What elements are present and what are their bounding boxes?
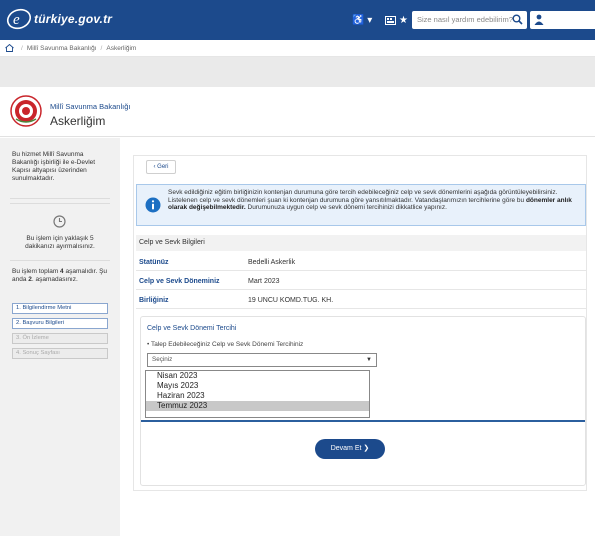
info-alert: Sevk edildiğiniz eğitim birliğinizin kon… — [136, 184, 586, 226]
steps-text: . aşamadasınız. — [31, 276, 78, 283]
back-button[interactable]: ‹ Geri — [146, 160, 176, 174]
breadcrumb-separator: / — [100, 44, 103, 52]
step-item-3: 3. Ön İzleme — [12, 333, 108, 344]
info-row: Celp ve Sevk Döneminiz Mart 2023 — [136, 274, 586, 290]
main-card: ‹ Geri Sevk edildiğiniz eğitim birliğini… — [133, 155, 587, 491]
row-key: Birliğiniz — [139, 297, 169, 304]
dropdown-option-highlighted[interactable]: Temmuz 2023 — [146, 401, 369, 411]
dropdown-option[interactable]: Haziran 2023 — [146, 391, 369, 401]
home-icon[interactable] — [5, 44, 14, 52]
info-text-part: Durumunuza uygun celp ve sevk dönemi ter… — [245, 204, 447, 212]
form-title: Celp ve Sevk Dönemi Tercihi — [147, 325, 237, 332]
step-item-1[interactable]: 1. Bilgilendirme Metni — [12, 303, 108, 314]
star-icon: ★ — [399, 14, 408, 26]
turkiye-gov-logo[interactable]: e türkiye.gov.tr — [6, 8, 112, 30]
search-placeholder: Size nasıl yardım edebilirim? — [417, 15, 513, 24]
estimated-time: Bu işlem için yaklaşık 5 dakikanızı ayır… — [25, 235, 95, 250]
breadcrumb: / Millî Savunma Bakanlığı / Askerliğim — [0, 40, 595, 57]
divider — [10, 203, 110, 204]
period-dropdown-list: Nisan 2023 Mayıs 2023 Haziran 2023 Temmu… — [145, 370, 370, 418]
row-key: Celp ve Sevk Döneminiz — [139, 278, 220, 285]
e-devlet-logo-icon: e — [6, 8, 32, 30]
ministry-seal-icon — [10, 95, 42, 127]
row-key: Statünüz — [139, 259, 169, 266]
caret-down-icon: ▼ — [366, 357, 372, 363]
divider — [10, 260, 110, 261]
clock-icon — [53, 215, 66, 228]
institution-name[interactable]: Millî Savunma Bakanlığı — [50, 102, 130, 111]
info-row: Statünüz Bedelli Askerlik — [136, 255, 586, 271]
dropdown-option[interactable]: Mayıs 2023 — [146, 381, 369, 391]
logo-text: türkiye.gov.tr — [34, 12, 113, 26]
continue-button[interactable]: Devam Et ❯ — [315, 439, 385, 459]
breadcrumb-separator: / — [21, 44, 23, 52]
keyboard-icon — [385, 15, 396, 25]
row-value: Bedelli Askerlik — [248, 259, 296, 266]
breadcrumb-item-institution[interactable]: Millî Savunma Bakanlığı — [27, 45, 97, 52]
svg-text:e: e — [13, 12, 20, 28]
divider — [10, 198, 110, 199]
select-value: Seçiniz — [152, 356, 173, 363]
accessibility-menu[interactable]: ♿ ▾ — [352, 13, 372, 27]
period-select[interactable]: Seçiniz ▼ — [147, 353, 377, 367]
banner-band — [0, 57, 595, 87]
info-text: Sevk edildiğiniz eğitim birliğinizin kon… — [168, 189, 583, 212]
info-text-part: Sevk edildiğiniz eğitim birliğinizin kon… — [168, 189, 558, 204]
step-list: 1. Bilgilendirme Metni 2. Başvuru Bilgil… — [12, 303, 108, 363]
field-label: • Talep Edebileceğiniz Celp ve Sevk Döne… — [147, 341, 304, 348]
institution-header: Millî Savunma Bakanlığı Askerliğim — [0, 87, 595, 137]
steps-text: Bu işlem toplam — [12, 268, 61, 275]
dropdown-option[interactable]: Nisan 2023 — [146, 371, 369, 381]
step-progress-text: Bu işlem toplam 4 aşamalıdır. Şu anda 2.… — [12, 268, 112, 284]
search-input[interactable]: Size nasıl yardım edebilirim? — [412, 11, 527, 29]
breadcrumb-item-current: Askerliğim — [106, 44, 137, 52]
step-item-4: 4. Sonuç Sayfası — [12, 348, 108, 359]
info-row: Birliğiniz 19 UNCU KOMD.TUG. KH. — [136, 293, 586, 309]
info-icon — [145, 197, 161, 213]
row-value: Mart 2023 — [248, 278, 280, 285]
display-options[interactable]: ★ — [385, 13, 408, 27]
step-item-2[interactable]: 2. Başvuru Bilgileri — [12, 318, 108, 329]
back-label: Geri — [157, 164, 169, 170]
accessibility-icon: ♿ ▾ — [352, 14, 373, 26]
login-button[interactable] — [530, 11, 595, 29]
service-description: Bu hizmet Millî Savunma Bakanlığı işbirl… — [12, 151, 96, 182]
row-value: 19 UNCU KOMD.TUG. KH. — [248, 297, 334, 304]
section-title: Celp ve Sevk Bilgileri — [136, 235, 586, 251]
top-bar: e türkiye.gov.tr ♿ ▾ ★ Size nasıl yardım… — [0, 0, 595, 40]
search-icon[interactable] — [512, 14, 523, 25]
form-divider — [141, 420, 585, 422]
page-title: Askerliğim — [50, 114, 106, 128]
user-icon — [534, 14, 544, 25]
